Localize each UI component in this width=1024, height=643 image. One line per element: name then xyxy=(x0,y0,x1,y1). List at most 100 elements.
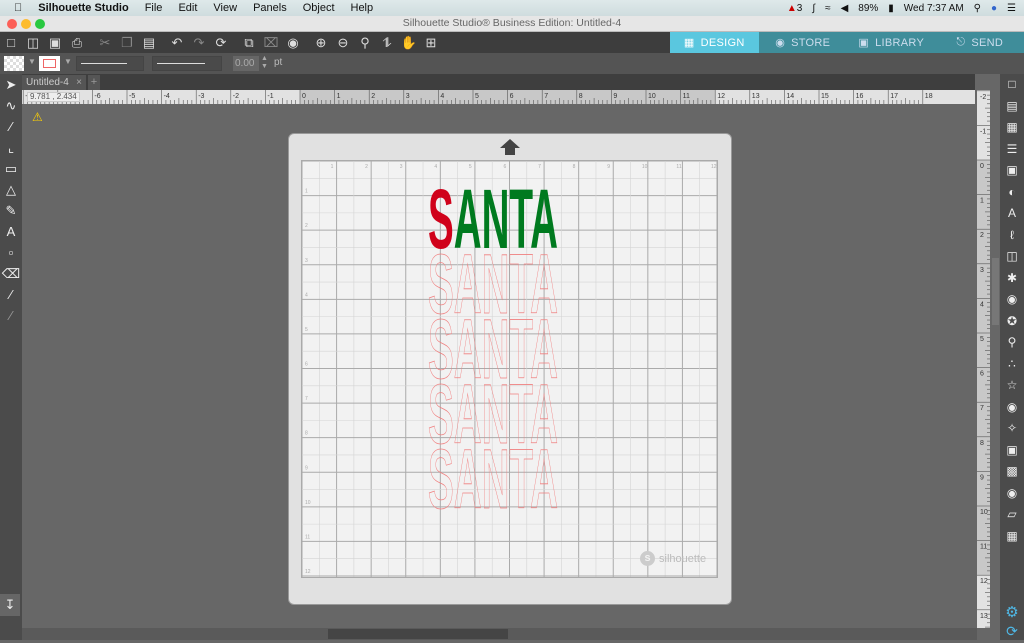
select-tool-icon[interactable]: ➤ xyxy=(0,74,22,95)
horizontal-scrollbar-thumb[interactable] xyxy=(328,629,508,639)
eraser-tool-icon[interactable]: ⌫ xyxy=(0,263,22,284)
lines-icon[interactable]: ☰ xyxy=(1000,139,1024,161)
wifi-icon[interactable]: ≈ xyxy=(825,3,831,14)
apple-icon[interactable]:  xyxy=(0,2,30,14)
horizontal-ruler[interactable]: -8-7-6-5-4-3-2-1012345678910111213141516… xyxy=(22,90,975,104)
tab-untitled-4[interactable]: Untitled-4× xyxy=(22,75,86,90)
window-title: Silhouette Studio® Business Edition: Unt… xyxy=(403,17,621,29)
trace-icon[interactable]: ⚲ xyxy=(1000,332,1024,354)
warp-icon[interactable]: ▱ xyxy=(1000,504,1024,526)
menu-object[interactable]: Object xyxy=(295,2,343,14)
page-setup-icon[interactable]: □ xyxy=(1000,74,1024,96)
santa-outline-text[interactable]: SANTA xyxy=(428,432,558,520)
tab-library[interactable]: ▣LIBRARY xyxy=(847,32,936,53)
library-panel-icon[interactable]: ▣ xyxy=(1000,440,1024,462)
line-tool-icon[interactable]: ∕ xyxy=(0,116,22,137)
group-icon[interactable]: ⧉ xyxy=(238,35,260,51)
redraw-icon[interactable]: ⟳ xyxy=(210,35,232,51)
print-icon[interactable]: ⎙ xyxy=(66,35,88,51)
sketch-icon[interactable]: ∴ xyxy=(1000,354,1024,376)
offset-icon[interactable]: ✪ xyxy=(1000,311,1024,333)
draw-tool-icon[interactable]: ✎ xyxy=(0,200,22,221)
eyedropper-tool-icon[interactable]: ⁄ xyxy=(0,284,22,305)
replicate-icon[interactable]: ✱ xyxy=(1000,268,1024,290)
close-tab-icon[interactable]: × xyxy=(76,75,82,90)
zoom-window-button[interactable] xyxy=(35,19,45,29)
zoom-out-icon[interactable]: ⊖ xyxy=(332,35,354,51)
line-width-input[interactable]: 0.00 xyxy=(233,56,259,71)
volume-icon[interactable]: ◀ xyxy=(841,3,849,14)
modify-icon[interactable]: ◉ xyxy=(1000,289,1024,311)
menu-edit[interactable]: Edit xyxy=(170,2,205,14)
tab-design[interactable]: ▦DESIGN xyxy=(670,32,759,53)
battery-level[interactable]: 89% xyxy=(858,3,878,14)
close-window-button[interactable] xyxy=(7,19,17,29)
zoom-in-icon[interactable]: ⊕ xyxy=(310,35,332,51)
menu-view[interactable]: View xyxy=(205,2,245,14)
align-icon[interactable]: ◫ xyxy=(1000,246,1024,268)
fit-page-icon[interactable]: ⊞ xyxy=(420,35,442,51)
line-style-select[interactable] xyxy=(76,56,144,71)
map-icon[interactable]: ▦ xyxy=(1000,526,1024,548)
add-tab-button[interactable]: + xyxy=(88,75,100,90)
app-menu[interactable]: Silhouette Studio xyxy=(30,2,136,14)
select-all-icon[interactable]: ◉ xyxy=(282,35,304,51)
text-style-icon[interactable]: A xyxy=(1000,203,1024,225)
chevron-down-icon[interactable]: ▼ xyxy=(28,57,36,66)
transparency-icon[interactable]: ◐ xyxy=(1000,182,1024,204)
fill-icon[interactable]: ▣ xyxy=(1000,160,1024,182)
menu-panels[interactable]: Panels xyxy=(245,2,295,14)
paste-icon[interactable]: ▤ xyxy=(138,35,160,51)
line-width-stepper[interactable]: ▲▼ xyxy=(261,55,268,71)
polygon-tool-icon[interactable]: △ xyxy=(0,179,22,200)
fill-color-swatch[interactable] xyxy=(4,56,24,71)
knife-tool-icon[interactable]: ▫ xyxy=(0,242,22,263)
curve-tool-icon[interactable]: ⌞ xyxy=(0,137,22,158)
copy-icon[interactable]: ❐ xyxy=(116,35,138,51)
redo-icon[interactable]: ↷ xyxy=(188,35,210,51)
siri-icon[interactable]: ● xyxy=(991,3,997,14)
grid-settings-icon[interactable]: ▦ xyxy=(1000,117,1024,139)
vertical-ruler[interactable]: -2-1012345678910111213 xyxy=(977,90,990,628)
minimize-window-button[interactable] xyxy=(21,19,31,29)
eyedropper-line-icon[interactable]: ⁄ xyxy=(0,305,22,326)
menu-help[interactable]: Help xyxy=(343,2,382,14)
favorites-icon[interactable]: ☆ xyxy=(1000,375,1024,397)
font-icon[interactable]: ℓ xyxy=(1000,225,1024,247)
refresh-icon[interactable]: ⟳ xyxy=(1000,621,1024,643)
warning-icon[interactable]: ⚠ xyxy=(32,110,43,124)
vertical-scrollbar-thumb[interactable] xyxy=(992,258,999,325)
notification-icon[interactable]: ▲3 xyxy=(787,3,802,14)
santa-solid-text[interactable]: SANTA xyxy=(428,180,558,266)
pixscan-icon[interactable]: ▤ xyxy=(1000,96,1024,118)
tab-store[interactable]: ◉STORE xyxy=(759,32,848,53)
puzzle-icon[interactable]: ✧ xyxy=(1000,418,1024,440)
horizontal-scrollbar[interactable] xyxy=(22,628,977,640)
line-end-select[interactable] xyxy=(152,56,222,71)
download-icon[interactable]: ↧ xyxy=(0,594,20,616)
bluetooth-icon[interactable]: ∫ xyxy=(812,3,815,14)
design-store-icon[interactable]: ◉ xyxy=(1000,397,1024,419)
new-icon[interactable]: □ xyxy=(0,35,22,50)
menu-file[interactable]: File xyxy=(137,2,171,14)
undo-icon[interactable]: ↶ xyxy=(166,35,188,51)
ungroup-icon[interactable]: ⌧ xyxy=(260,35,282,51)
rectangle-tool-icon[interactable]: ▭ xyxy=(0,158,22,179)
search-icon[interactable]: ⚲ xyxy=(974,3,981,14)
text-tool-icon[interactable]: A xyxy=(0,221,22,242)
rhinestone-icon[interactable]: ◉ xyxy=(1000,483,1024,505)
tab-send[interactable]: ⎋SEND xyxy=(936,32,1024,53)
save-icon[interactable]: ▣ xyxy=(44,35,66,51)
pan-hand-icon[interactable]: ✋ xyxy=(398,35,420,51)
open-icon[interactable]: ◫ xyxy=(22,35,44,51)
hatch-icon[interactable]: ▩ xyxy=(1000,461,1024,483)
cut-icon[interactable]: ✂ xyxy=(94,35,116,51)
chevron-down-icon[interactable]: ▼ xyxy=(64,57,72,66)
notification-center-icon[interactable]: ☰ xyxy=(1007,3,1016,14)
santa-design[interactable]: SANTASANTASANTASANTA SANTA xyxy=(420,180,570,520)
zoom-select-icon[interactable]: ⚲ xyxy=(354,35,376,51)
line-color-swatch[interactable] xyxy=(39,56,60,71)
move-icon[interactable]: ⥮ xyxy=(376,35,398,51)
point-edit-icon[interactable]: ∿ xyxy=(0,95,22,116)
clock[interactable]: Wed 7:37 AM xyxy=(904,3,964,14)
